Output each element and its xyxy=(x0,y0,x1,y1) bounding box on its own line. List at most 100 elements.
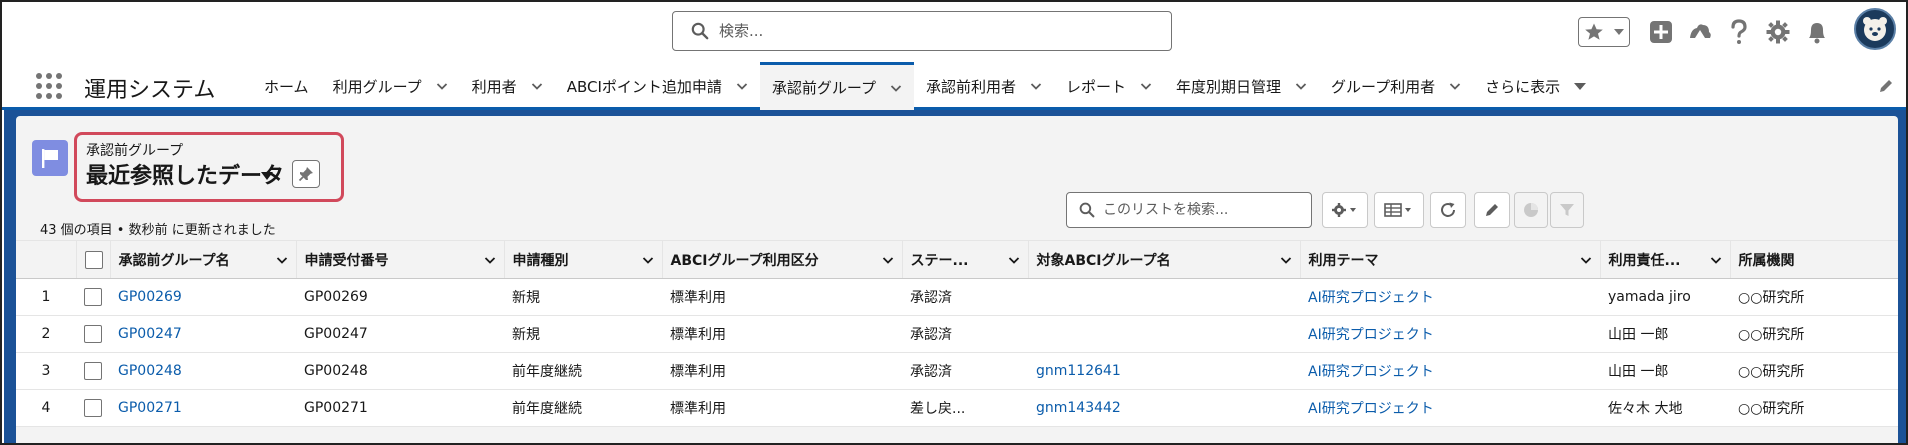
record-link-name[interactable]: GP00248 xyxy=(118,363,182,379)
column-actions-chevron-icon[interactable] xyxy=(1008,254,1020,266)
column-header-1[interactable]: 申請受付番号 xyxy=(295,240,504,279)
cell-target: gnm143442 xyxy=(1028,389,1300,427)
chevron-down-icon[interactable] xyxy=(890,82,902,94)
global-add-icon[interactable] xyxy=(1648,19,1674,45)
favorites-button-group[interactable] xyxy=(1578,17,1630,47)
column-header-6[interactable]: 利用テーマ xyxy=(1299,240,1600,279)
pin-list-view-button[interactable] xyxy=(292,160,320,188)
chevron-down-icon[interactable] xyxy=(1140,80,1152,92)
row-select-cell[interactable] xyxy=(76,315,110,353)
nav-tab-9[interactable]: さらに表示 xyxy=(1473,62,1598,110)
chevron-down-icon[interactable] xyxy=(1449,80,1461,92)
row-checkbox[interactable] xyxy=(84,288,102,306)
user-avatar[interactable] xyxy=(1854,8,1896,50)
app-launcher-icon[interactable] xyxy=(36,73,62,99)
row-select-cell[interactable] xyxy=(76,389,110,427)
column-actions-chevron-icon[interactable] xyxy=(484,254,496,266)
record-link-theme[interactable]: AI研究プロジェクト xyxy=(1308,327,1434,343)
column-header-5[interactable]: 対象ABCIグループ名 xyxy=(1027,240,1300,279)
record-link-theme[interactable]: AI研究プロジェクト xyxy=(1308,401,1434,417)
cell-org: ○○研究所 xyxy=(1730,315,1898,353)
object-flag-icon xyxy=(32,140,68,176)
global-search-input[interactable] xyxy=(719,22,1119,40)
charts-button[interactable] xyxy=(1514,192,1548,228)
nav-tab-0[interactable]: ホーム xyxy=(252,62,321,110)
record-link-target[interactable]: gnm143442 xyxy=(1036,400,1121,416)
filters-button[interactable] xyxy=(1550,192,1584,228)
nav-tab-3[interactable]: ABCIポイント追加申請 xyxy=(555,62,760,110)
favorites-menu-chevron-down-icon[interactable] xyxy=(1613,27,1625,37)
list-meta-info: 43 個の項目 • 数秒前 に更新されました xyxy=(40,223,276,238)
select-all-header[interactable] xyxy=(75,240,110,279)
row-number: 2 xyxy=(16,315,76,353)
nav-tab-label: 年度別期日管理 xyxy=(1176,77,1282,96)
record-link-target[interactable]: gnm112641 xyxy=(1036,363,1121,379)
column-actions-chevron-icon[interactable] xyxy=(1710,254,1722,266)
record-link-name[interactable]: GP00271 xyxy=(118,400,182,416)
table-row[interactable]: 4 GP00271 GP00271 前年度継続 標準利用 差し戻... gnm143442 A… xyxy=(16,389,1898,427)
notifications-bell-icon[interactable] xyxy=(1804,19,1830,45)
column-header-4[interactable]: ステー... xyxy=(901,240,1028,279)
select-all-checkbox[interactable] xyxy=(84,250,103,269)
list-view-card: 承認前グループ 最近参照したデータ 43 個の項目 • 数秒前 に更新されました xyxy=(16,116,1898,443)
nav-items: ホーム 利用グループ 利用者 ABCIポイント追加申請 承認前グループ 承認前利用者 レポー… xyxy=(252,62,1598,110)
global-search[interactable] xyxy=(672,11,1172,51)
row-number: 4 xyxy=(16,389,76,427)
row-checkbox[interactable] xyxy=(84,362,102,380)
nav-tab-4[interactable]: 承認前グループ xyxy=(759,62,914,110)
column-actions-chevron-icon[interactable] xyxy=(882,254,894,266)
column-header-0[interactable]: 承認前グループ名 xyxy=(109,240,296,279)
column-header-3[interactable]: ABCIグループ利用区分 xyxy=(661,240,902,279)
help-icon[interactable] xyxy=(1726,19,1752,45)
table-row[interactable]: 1 GP00269 GP00269 新規 標準利用 承認済 AI研究プロジェクト yamada… xyxy=(16,278,1898,316)
nav-tab-label: グループ利用者 xyxy=(1331,77,1436,96)
nav-tab-8[interactable]: グループ利用者 xyxy=(1319,62,1473,110)
record-link-theme[interactable]: AI研究プロジェクト xyxy=(1308,290,1434,306)
record-link-name[interactable]: GP00269 xyxy=(118,289,182,305)
favorites-star-icon[interactable] xyxy=(1584,22,1604,42)
nav-tab-1[interactable]: 利用グループ xyxy=(321,62,460,110)
table-row[interactable]: 3 GP00248 GP00248 前年度継続 標準利用 承認済 gnm112641 AI研究… xyxy=(16,352,1898,390)
chevron-down-icon[interactable] xyxy=(1295,80,1307,92)
column-actions-chevron-icon[interactable] xyxy=(1280,254,1292,266)
edit-nav-pencil-icon[interactable] xyxy=(1878,78,1894,94)
list-search-input[interactable] xyxy=(1103,202,1303,218)
more-caret-down-icon[interactable] xyxy=(1574,80,1587,92)
chevron-down-icon[interactable] xyxy=(1030,80,1042,92)
trailhead-icon[interactable] xyxy=(1687,19,1713,45)
cell-type: 新規 xyxy=(504,315,662,353)
nav-tab-6[interactable]: レポート xyxy=(1054,62,1164,110)
column-header-7[interactable]: 利用責任... xyxy=(1599,240,1730,279)
cell-target: gnm112641 xyxy=(1028,352,1300,390)
column-header-label: 申請種別 xyxy=(512,252,569,269)
chevron-down-icon[interactable] xyxy=(736,80,748,92)
display-as-table-button[interactable] xyxy=(1374,192,1424,228)
cell-theme: AI研究プロジェクト xyxy=(1300,352,1600,390)
nav-tab-2[interactable]: 利用者 xyxy=(460,62,555,110)
inline-edit-button[interactable] xyxy=(1474,192,1510,228)
pie-chart-icon xyxy=(1524,203,1538,217)
setup-gear-icon[interactable] xyxy=(1765,19,1791,45)
nav-tab-7[interactable]: 年度別期日管理 xyxy=(1164,62,1319,110)
column-actions-chevron-icon[interactable] xyxy=(642,254,654,266)
refresh-button[interactable] xyxy=(1430,192,1466,228)
column-header-label: 利用責任... xyxy=(1608,252,1681,269)
record-link-name[interactable]: GP00247 xyxy=(118,326,182,342)
column-actions-chevron-icon[interactable] xyxy=(1580,254,1592,266)
column-header-2[interactable]: 申請種別 xyxy=(503,240,662,279)
row-select-cell[interactable] xyxy=(76,278,110,316)
list-view-controls-button[interactable] xyxy=(1322,192,1368,228)
list-view-name[interactable]: 最近参照したデータ xyxy=(86,158,284,190)
chevron-down-icon[interactable] xyxy=(436,80,448,92)
table-row[interactable]: 2 GP00247 GP00247 新規 標準利用 承認済 AI研究プロジェクト 山田 一郎 ○… xyxy=(16,315,1898,353)
row-checkbox[interactable] xyxy=(84,325,102,343)
chevron-down-icon[interactable] xyxy=(531,80,543,92)
row-checkbox[interactable] xyxy=(84,399,102,417)
list-search[interactable] xyxy=(1066,192,1312,228)
list-view-switcher-caret-icon[interactable] xyxy=(261,171,273,181)
column-actions-chevron-icon[interactable] xyxy=(276,254,288,266)
record-link-theme[interactable]: AI研究プロジェクト xyxy=(1308,364,1434,380)
nav-tab-5[interactable]: 承認前利用者 xyxy=(914,62,1054,110)
row-select-cell[interactable] xyxy=(76,352,110,390)
column-header-8[interactable]: 所属機関 xyxy=(1729,240,1898,279)
